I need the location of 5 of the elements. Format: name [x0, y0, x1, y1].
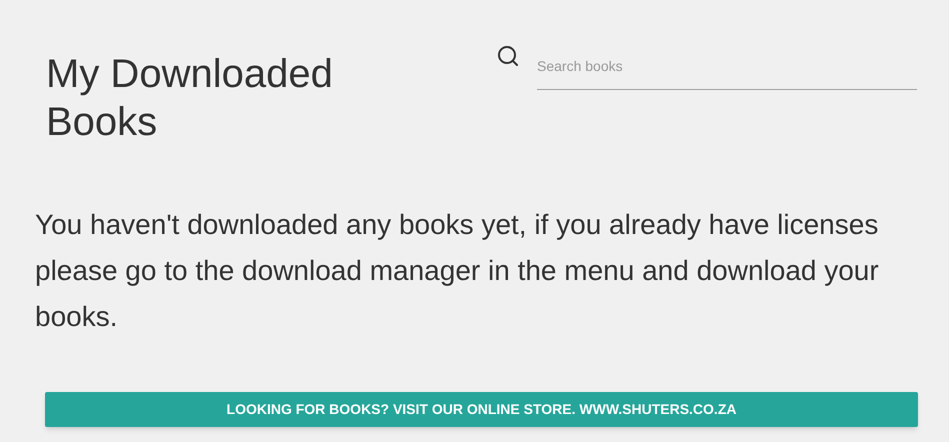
store-button[interactable]: LOOKING FOR BOOKS? VISIT OUR ONLINE STORE. WWW.SHUTERS.CO.ZA — [45, 392, 918, 427]
empty-message: You haven't downloaded any books yet, if you already have licenses please go to the download manager in the menu and download your books. — [35, 208, 880, 334]
search-field[interactable]: Search books — [537, 44, 917, 90]
page-title: My Downloaded Books — [46, 51, 334, 146]
search-icon — [496, 44, 520, 68]
